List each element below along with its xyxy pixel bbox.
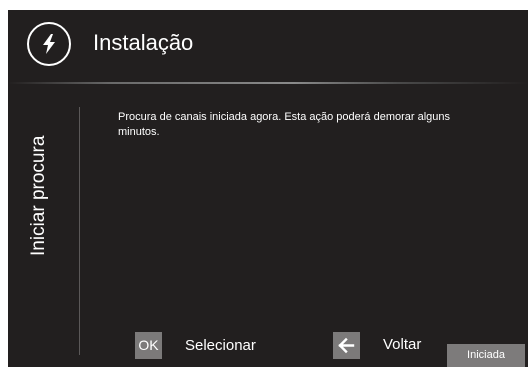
status-message: Procura de canais iniciada agora. Esta a… xyxy=(118,111,451,138)
status-badge: Iniciada xyxy=(447,344,525,367)
header: Instalação xyxy=(8,10,528,82)
ok-button[interactable]: OK xyxy=(135,332,162,359)
installation-screen: Instalação Iniciar procura Procura de ca… xyxy=(8,10,528,367)
page-title: Instalação xyxy=(93,30,194,55)
back-label: Voltar xyxy=(383,336,422,353)
side-panel: Iniciar procura xyxy=(24,106,54,256)
side-panel-label: Iniciar procura xyxy=(28,135,49,256)
vertical-divider xyxy=(79,107,80,355)
arrow-left-icon xyxy=(338,337,355,354)
lightning-bolt-icon xyxy=(27,22,71,66)
back-button[interactable] xyxy=(333,332,360,359)
select-label: Selecionar xyxy=(185,337,256,354)
header-divider xyxy=(8,82,528,84)
